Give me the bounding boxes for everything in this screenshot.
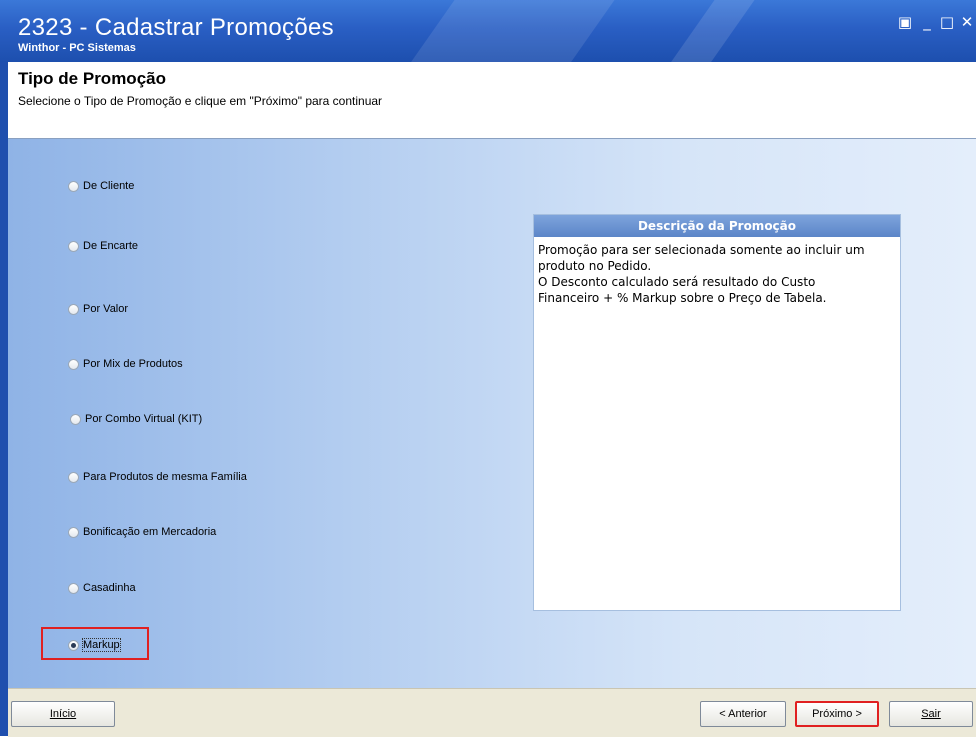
next-button[interactable]: Próximo >: [795, 701, 879, 727]
radio-button-icon[interactable]: [68, 526, 79, 538]
window-subtitle: Winthor - PC Sistemas: [18, 42, 136, 54]
title-bar-decoration: [391, 0, 629, 62]
radio-de-cliente[interactable]: De Cliente: [68, 180, 134, 192]
radio-label[interactable]: Por Valor: [83, 303, 128, 315]
minimize-icon[interactable]: _: [918, 14, 936, 30]
radio-por-mix-de-produtos[interactable]: Por Mix de Produtos: [68, 358, 183, 370]
start-button-label[interactable]: Início: [50, 708, 76, 720]
selection-highlight-box: [41, 627, 149, 660]
maximize-icon[interactable]: □: [938, 14, 956, 30]
promotion-type-panel: De Cliente De Encarte Por Valor Por Mix …: [8, 139, 976, 688]
radio-button-icon[interactable]: [68, 180, 79, 192]
radio-de-encarte[interactable]: De Encarte: [68, 240, 138, 252]
description-text: Promoção para ser selecionada somente ao…: [538, 243, 865, 305]
radio-button-icon[interactable]: [68, 582, 79, 594]
radio-label[interactable]: Por Mix de Produtos: [83, 358, 183, 370]
radio-label[interactable]: De Cliente: [83, 180, 134, 192]
window-border: [0, 62, 8, 736]
title-bar: 2323 - Cadastrar Promoções Winthor - PC …: [0, 0, 976, 62]
radio-bonificacao-em-mercadoria[interactable]: Bonificação em Mercadoria: [68, 526, 216, 538]
wizard-footer: Início < Anterior Próximo > Sair: [8, 688, 976, 737]
radio-button-icon[interactable]: [68, 303, 79, 315]
exit-button[interactable]: Sair: [889, 701, 973, 727]
restore-icon[interactable]: ▣: [896, 14, 914, 30]
radio-label[interactable]: Casadinha: [83, 582, 136, 594]
radio-label[interactable]: Para Produtos de mesma Família: [83, 471, 247, 483]
radio-casadinha[interactable]: Casadinha: [68, 582, 136, 594]
previous-button[interactable]: < Anterior: [700, 701, 786, 727]
page-title: Tipo de Promoção: [18, 69, 166, 88]
radio-label[interactable]: De Encarte: [83, 240, 138, 252]
description-header: Descrição da Promoção: [534, 215, 900, 237]
radio-para-produtos-mesma-familia[interactable]: Para Produtos de mesma Família: [68, 471, 247, 483]
page-instructions: Selecione o Tipo de Promoção e clique em…: [18, 94, 383, 108]
radio-por-valor[interactable]: Por Valor: [68, 303, 128, 315]
radio-button-icon[interactable]: [68, 240, 79, 252]
start-button[interactable]: Início: [11, 701, 115, 727]
previous-button-label[interactable]: < Anterior: [719, 708, 766, 720]
radio-button-icon[interactable]: [68, 471, 79, 483]
radio-button-icon[interactable]: [70, 413, 81, 425]
radio-button-icon[interactable]: [68, 358, 79, 370]
radio-label[interactable]: Por Combo Virtual (KIT): [85, 413, 202, 425]
window-title: 2323 - Cadastrar Promoções: [18, 14, 334, 41]
radio-por-combo-virtual[interactable]: Por Combo Virtual (KIT): [70, 413, 202, 425]
wizard-header: Tipo de Promoção Selecione o Tipo de Pro…: [8, 62, 976, 139]
radio-label[interactable]: Bonificação em Mercadoria: [83, 526, 216, 538]
close-icon[interactable]: ✕: [958, 14, 976, 30]
title-bar-decoration: [651, 0, 769, 62]
exit-button-label[interactable]: Sair: [921, 708, 941, 720]
next-button-label[interactable]: Próximo >: [812, 708, 862, 720]
promotion-description-panel: Descrição da Promoção Promoção para ser …: [533, 214, 901, 611]
